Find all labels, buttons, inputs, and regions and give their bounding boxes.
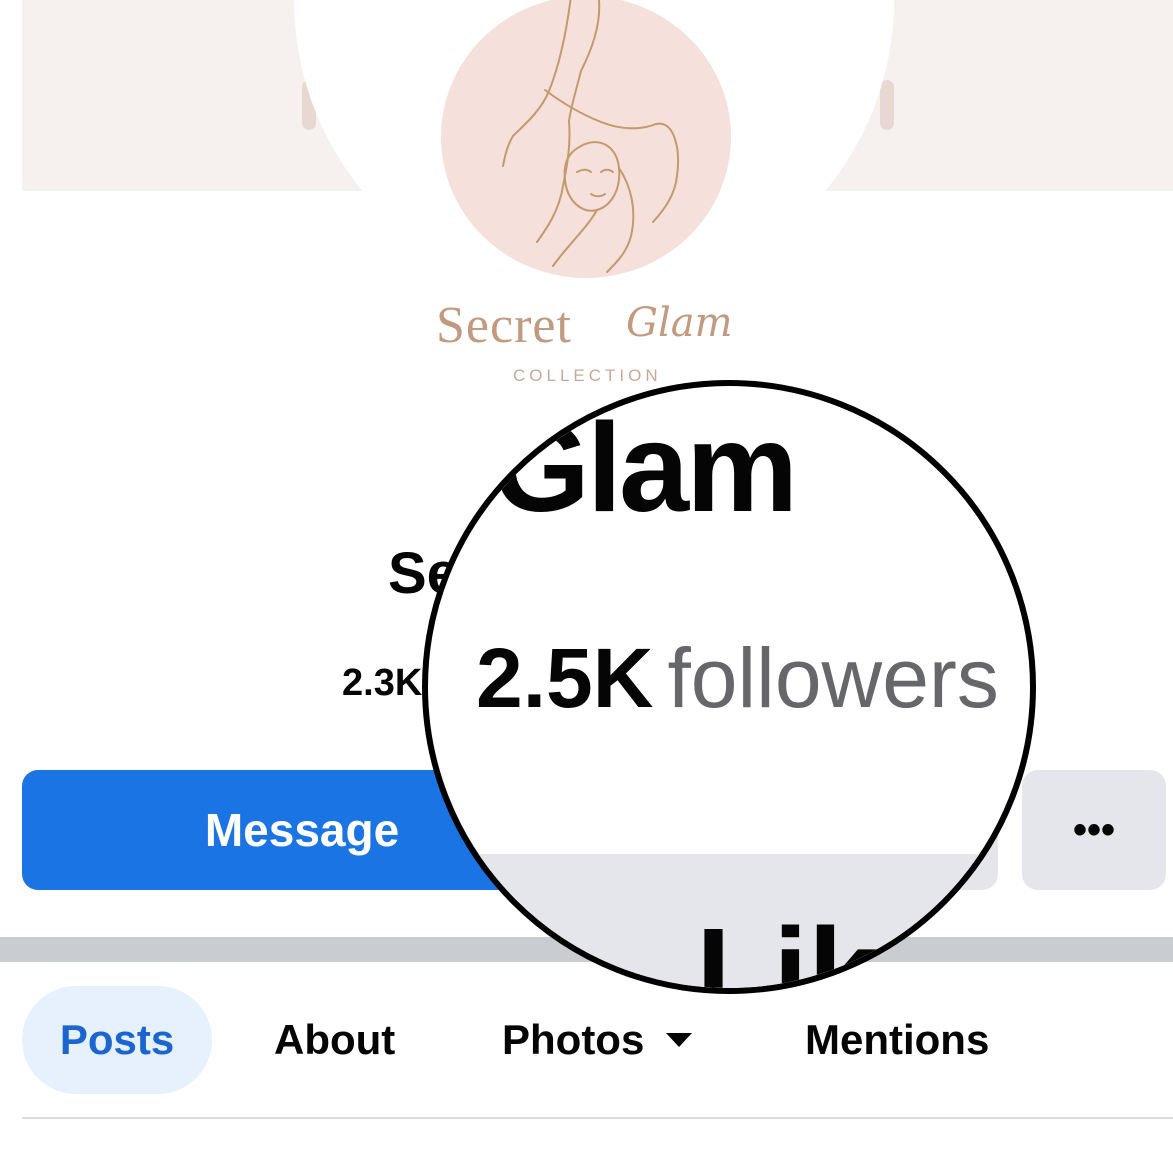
chevron-down-icon: [666, 1033, 693, 1047]
tab-photos[interactable]: Photos: [502, 986, 693, 1094]
tab-about[interactable]: About: [274, 986, 395, 1094]
cover-decoration-right: [880, 80, 894, 130]
woman-line-art-icon: [502, 0, 679, 273]
logo-brand-name: Secret: [436, 297, 572, 354]
magnified-followers-count: 2.5K: [476, 631, 654, 725]
more-options-button[interactable]: •••: [1022, 770, 1166, 890]
tab-posts[interactable]: Posts: [22, 986, 212, 1094]
tab-mentions[interactable]: Mentions: [805, 986, 989, 1094]
more-horizontal-icon: •••: [1072, 807, 1115, 852]
magnifier-overlay: Glam 2.5K followers Lik: [422, 380, 1036, 994]
magnified-like-label: Lik: [696, 902, 879, 994]
followers-count[interactable]: 2.3K: [342, 662, 422, 705]
magnified-followers: 2.5K followers: [476, 630, 999, 727]
tab-photos-label: Photos: [502, 1016, 645, 1063]
logo-brand-script: Glam: [626, 300, 733, 346]
magnified-page-name: Glam: [492, 397, 798, 538]
logo-brand-subtitle: COLLECTION: [513, 366, 662, 385]
magnified-followers-label: followers: [667, 631, 999, 725]
tabs-bottom-border: [22, 1117, 1173, 1119]
